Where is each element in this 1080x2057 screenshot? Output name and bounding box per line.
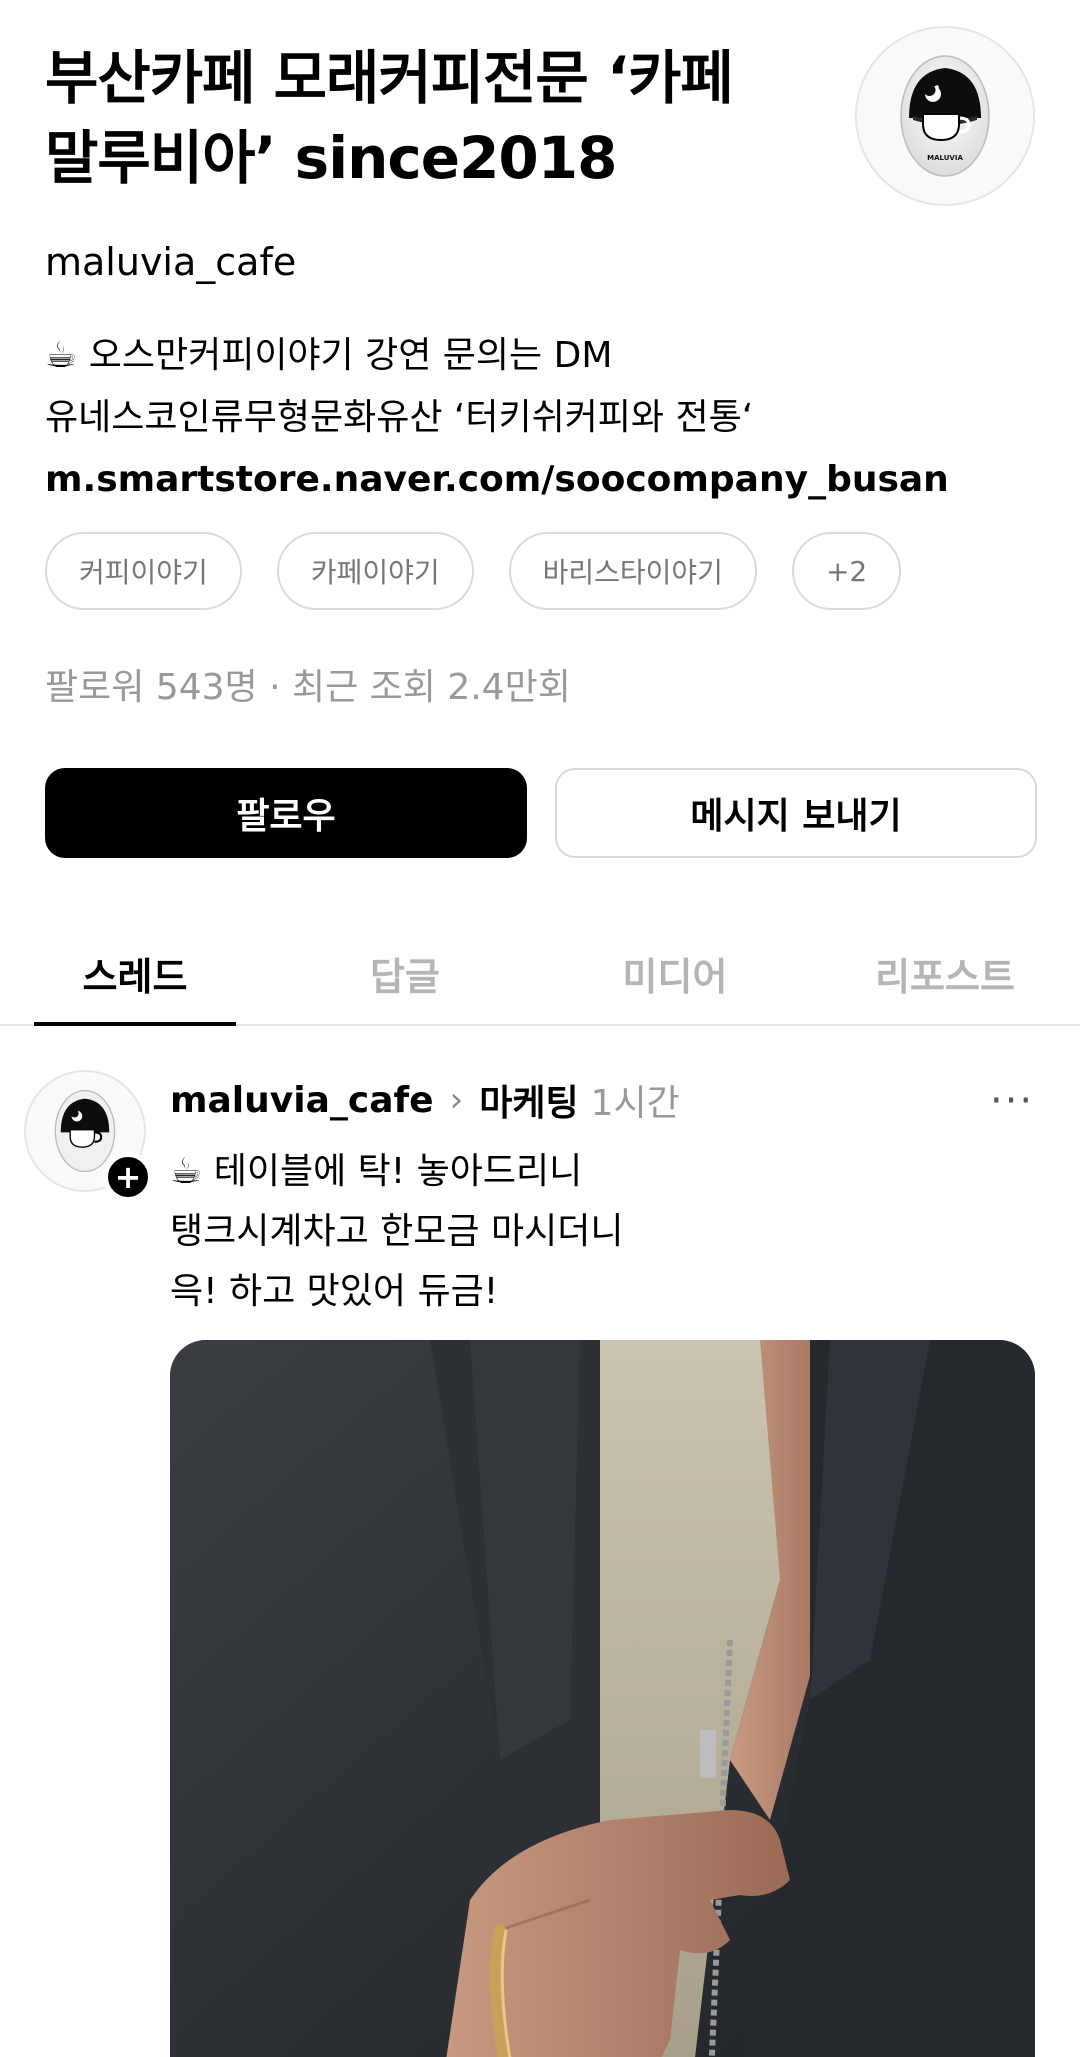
message-button[interactable]: 메시지 보내기 (555, 768, 1037, 858)
profile-tabs: 스레드 답글 미디어 리포스트 (0, 920, 1080, 1026)
profile-username: maluvia_cafe (45, 240, 297, 284)
plus-icon: + (114, 1158, 142, 1196)
tag-list: 커피이야기 카페이야기 바리스타이야기 +2 (45, 532, 902, 610)
bio-line2: 유네스코인류무형문화유산 ‘터키쉬커피와 전통‘ (45, 397, 754, 438)
follow-button[interactable]: 팔로우 (45, 768, 527, 858)
profile-title-line1: 부산카페 모래커피전문 ‘카페 (45, 44, 734, 112)
post-text-line: 탱크시계차고 한모금 마시더니 (170, 1211, 624, 1252)
profile-avatar[interactable]: MALUVIA (855, 26, 1035, 206)
cafe-logo-icon (54, 1089, 116, 1173)
tag-chip[interactable]: 카페이야기 (276, 532, 474, 610)
post-text-line: ☕ 테이블에 탁! 놓아드리니 (170, 1151, 583, 1192)
tab-reposts[interactable]: 리포스트 (810, 920, 1080, 1026)
post-photo (170, 1340, 1035, 2057)
more-horizontal-icon[interactable]: ··· (990, 1078, 1034, 1124)
post-time: 1시간 (590, 1083, 680, 1124)
active-tab-indicator (34, 1022, 236, 1026)
bio-line1: ☕ 오스만커피이야기 강연 문의는 DM (45, 335, 613, 376)
post-text-line: 윽! 하고 맛있어 듀금! (170, 1271, 499, 1312)
bio-link[interactable]: m.smartstore.naver.com/soocompany_busan (45, 449, 949, 511)
post-image[interactable] (170, 1340, 1035, 2057)
chevron-right-icon: › (449, 1080, 464, 1120)
profile-title: 부산카페 모래커피전문 ‘카페 말루비아’ since2018 (45, 38, 805, 198)
profile-header: 부산카페 모래커피전문 ‘카페 말루비아’ since2018 (45, 38, 805, 198)
tab-media[interactable]: 미디어 (540, 920, 810, 1026)
tag-chip[interactable]: 바리스타이야기 (508, 532, 757, 610)
profile-title-line2: 말루비아’ since2018 (45, 124, 618, 192)
post-topic[interactable]: 마케팅 (479, 1074, 578, 1126)
follow-plus-badge[interactable]: + (103, 1152, 153, 1202)
tab-replies[interactable]: 답글 (270, 920, 540, 1026)
tab-threads[interactable]: 스레드 (0, 920, 270, 1026)
post-meta: maluvia_cafe › 마케팅 1시간 (170, 1074, 680, 1126)
cafe-logo-icon: MALUVIA (900, 55, 990, 177)
tag-chip[interactable]: 커피이야기 (45, 532, 242, 610)
post-author[interactable]: maluvia_cafe (170, 1080, 434, 1121)
post-text: ☕ 테이블에 탁! 놓아드리니 탱크시계차고 한모금 마시더니 윽! 하고 맛있… (170, 1142, 623, 1322)
tag-more-chip[interactable]: +2 (791, 532, 902, 610)
logo-text: MALUVIA (927, 154, 963, 162)
profile-stats[interactable]: 팔로워 543명 · 최근 조회 2.4만회 (45, 658, 571, 710)
profile-bio: ☕ 오스만커피이야기 강연 문의는 DM 유네스코인류무형문화유산 ‘터키쉬커피… (45, 325, 949, 511)
